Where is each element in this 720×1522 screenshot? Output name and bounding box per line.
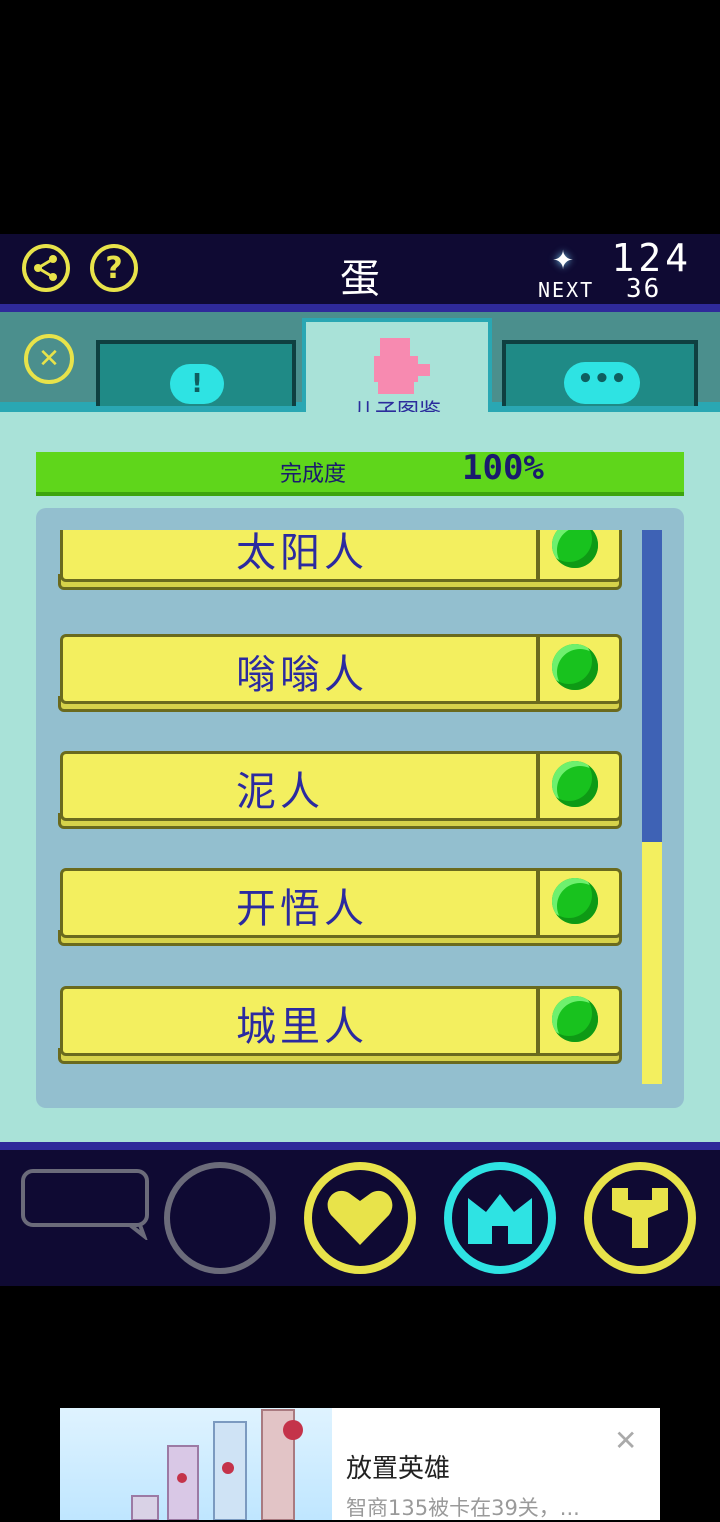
wrench-icon[interactable] (584, 1162, 696, 1274)
list-item-name: 嗡嗡人 (236, 652, 368, 698)
ad-close-icon[interactable]: ✕ (614, 1424, 637, 1457)
completion-bar (36, 452, 684, 496)
ad-subtitle: 智商135被卡在39关，... (346, 1496, 580, 1520)
son-silhouette-icon (374, 338, 430, 394)
close-button[interactable]: ✕ (24, 334, 74, 384)
more-dots-icon: ••• (564, 362, 640, 404)
unlocked-status-icon (552, 644, 598, 690)
list-item[interactable]: 开悟人 (56, 868, 622, 950)
list-item[interactable]: 泥人 (56, 751, 622, 833)
completion-value: 100% (462, 448, 544, 488)
next-value: 36 (626, 274, 662, 304)
unlocked-status-icon (552, 996, 598, 1042)
tab-chat[interactable]: ••• (502, 340, 698, 406)
empty-circle-icon[interactable] (164, 1162, 276, 1274)
list-item[interactable]: 嗡嗡人 (56, 634, 622, 716)
next-label: NEXT (538, 278, 595, 302)
completion-label: 完成度 (280, 462, 347, 487)
unlocked-status-icon (552, 878, 598, 924)
page-title: 蛋 (340, 256, 380, 302)
crown-icon[interactable] (444, 1162, 556, 1274)
speech-bubble-icon[interactable] (20, 1168, 154, 1240)
list-item-name: 太阳人 (236, 530, 368, 576)
ad-image (60, 1408, 332, 1520)
gem-icon: ✦ (552, 246, 574, 276)
share-icon[interactable] (22, 244, 70, 292)
top-bar-divider (0, 304, 720, 312)
list-item-name: 泥人 (236, 769, 324, 815)
list-item-name: 开悟人 (236, 886, 368, 932)
tab-info[interactable]: ! (96, 340, 296, 406)
son-list[interactable]: 太阳人 嗡嗡人 泥人 开悟人 城里人 (56, 530, 628, 1086)
help-icon[interactable]: ? (90, 244, 138, 292)
exclamation-icon: ! (170, 364, 224, 404)
list-item[interactable]: 城里人 (56, 986, 622, 1068)
unlocked-status-icon (552, 761, 598, 807)
heart-icon[interactable] (304, 1162, 416, 1274)
list-item-name: 城里人 (236, 1004, 368, 1050)
list-item[interactable]: 太阳人 (56, 530, 622, 594)
bottom-nav-divider (0, 1142, 720, 1150)
scrollbar-thumb[interactable] (642, 530, 662, 842)
ad-title: 放置英雄 (346, 1454, 451, 1484)
